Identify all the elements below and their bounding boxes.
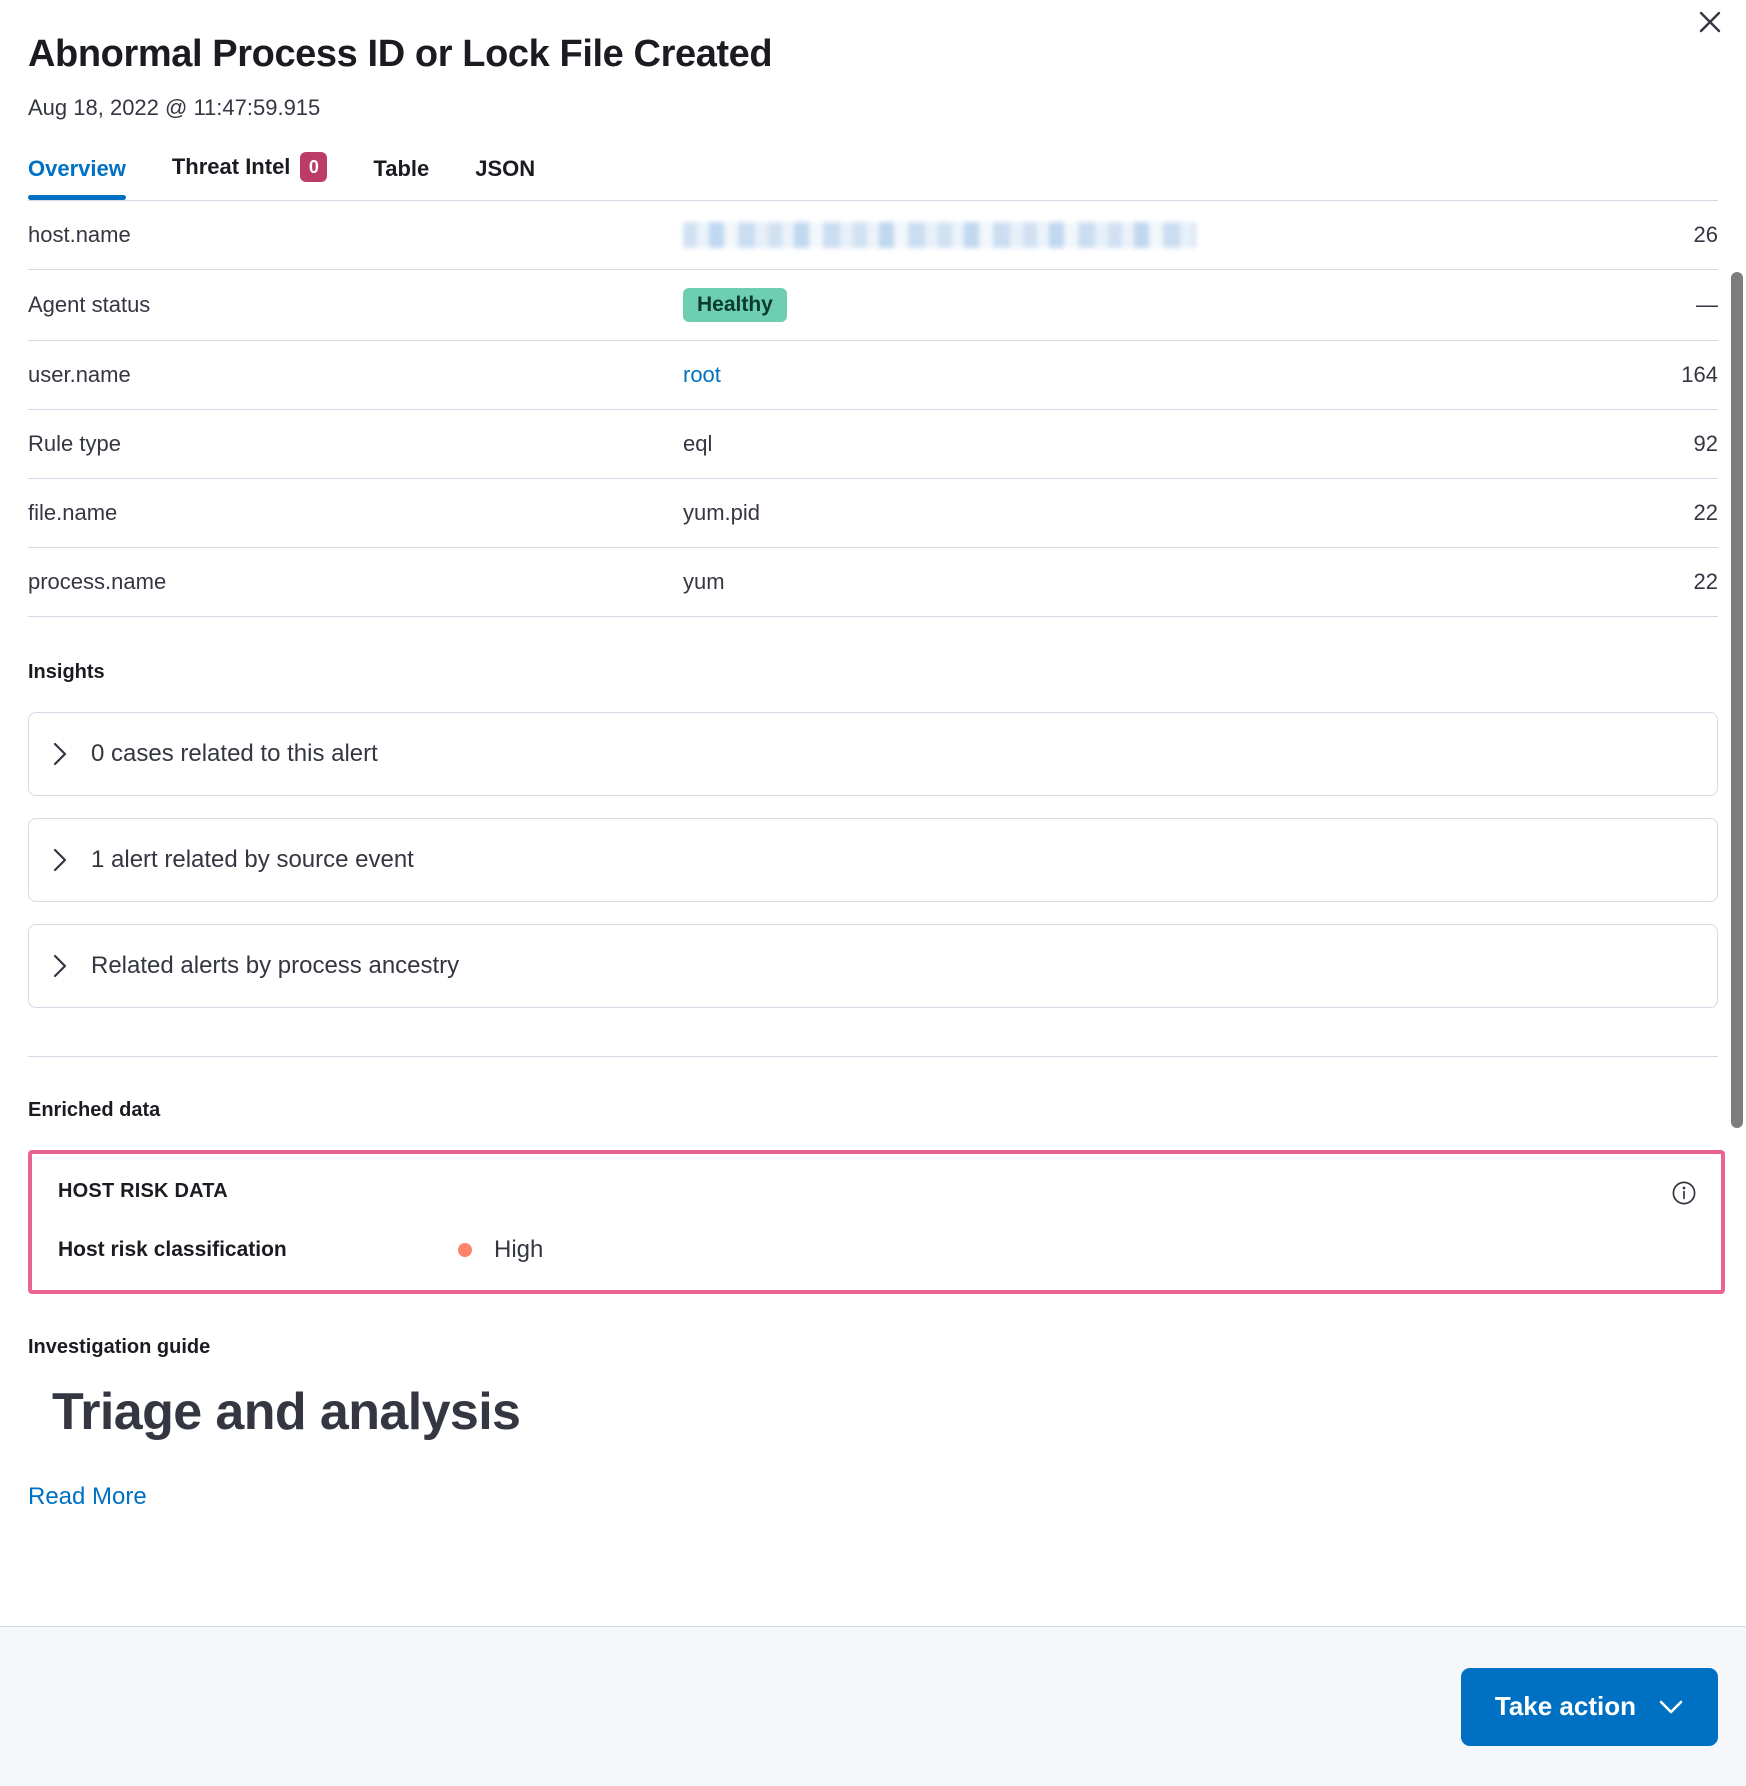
- host-risk-classification-label: Host risk classification: [58, 1238, 458, 1262]
- chevron-right-icon: [51, 739, 69, 769]
- content-bottom-spacer: [28, 1511, 1718, 1551]
- table-row: file.name yum.pid 22: [28, 479, 1718, 548]
- tab-json-label: JSON: [475, 156, 535, 182]
- host-risk-classification-row: Host risk classification High: [58, 1236, 1697, 1264]
- summary-field: Agent status: [28, 270, 683, 341]
- insight-label: 0 cases related to this alert: [91, 740, 378, 768]
- summary-value: [683, 201, 1443, 270]
- summary-field: Rule type: [28, 410, 683, 479]
- insight-label: Related alerts by process ancestry: [91, 952, 459, 980]
- close-button[interactable]: [1688, 0, 1732, 44]
- section-divider: [28, 1056, 1718, 1057]
- tab-overview-label: Overview: [28, 156, 126, 182]
- status-badge: Healthy: [683, 288, 787, 322]
- summary-field: user.name: [28, 341, 683, 410]
- user-name-link[interactable]: root: [683, 362, 721, 387]
- summary-count[interactable]: 26: [1443, 201, 1718, 270]
- risk-severity-dot-icon: [458, 1243, 472, 1257]
- threat-intel-count-badge: 0: [300, 152, 327, 182]
- insight-cases-accordion[interactable]: 0 cases related to this alert: [28, 712, 1718, 796]
- tab-threat-intel-label: Threat Intel: [172, 154, 291, 180]
- info-icon[interactable]: [1671, 1180, 1697, 1206]
- chevron-right-icon: [51, 845, 69, 875]
- tab-threat-intel[interactable]: Threat Intel 0: [172, 152, 328, 200]
- summary-value: root: [683, 341, 1443, 410]
- summary-count[interactable]: 164: [1443, 341, 1718, 410]
- summary-field: file.name: [28, 479, 683, 548]
- summary-value: Healthy: [683, 270, 1443, 341]
- take-action-button[interactable]: Take action: [1461, 1668, 1718, 1746]
- page-title: Abnormal Process ID or Lock File Created: [28, 30, 1718, 78]
- summary-field: host.name: [28, 201, 683, 270]
- summary-field: process.name: [28, 548, 683, 617]
- take-action-label: Take action: [1495, 1691, 1636, 1722]
- chevron-right-icon: [51, 951, 69, 981]
- flyout-content: host.name 26 Agent status Healthy —: [0, 200, 1746, 1551]
- host-risk-data-panel: HOST RISK DATA Host risk classification …: [28, 1150, 1725, 1294]
- insights-list: 0 cases related to this alert 1 alert re…: [28, 712, 1718, 1008]
- tab-json[interactable]: JSON: [475, 156, 535, 200]
- tab-table[interactable]: Table: [373, 156, 429, 200]
- alert-details-flyout: Abnormal Process ID or Lock File Created…: [0, 0, 1746, 1786]
- host-risk-panel-header: HOST RISK DATA: [58, 1180, 1697, 1206]
- summary-count[interactable]: 22: [1443, 548, 1718, 617]
- redacted-hostname: [683, 222, 1196, 248]
- scrollbar-track[interactable]: [1728, 200, 1746, 1626]
- summary-count: —: [1443, 270, 1718, 341]
- host-risk-data-label: HOST RISK DATA: [58, 1180, 228, 1203]
- tab-bar: Overview Threat Intel 0 Table JSON: [0, 152, 1746, 200]
- alert-summary-table: host.name 26 Agent status Healthy —: [28, 200, 1718, 617]
- insight-source-event-accordion[interactable]: 1 alert related by source event: [28, 818, 1718, 902]
- summary-value: eql: [683, 410, 1443, 479]
- read-more-link[interactable]: Read More: [28, 1483, 147, 1511]
- summary-value: yum.pid: [683, 479, 1443, 548]
- enriched-data-title: Enriched data: [28, 1099, 1718, 1122]
- flyout-footer: Take action: [0, 1626, 1746, 1786]
- summary-count[interactable]: 92: [1443, 410, 1718, 479]
- insight-label: 1 alert related by source event: [91, 846, 414, 874]
- alert-timestamp: Aug 18, 2022 @ 11:47:59.915: [28, 92, 1718, 124]
- table-row: host.name 26: [28, 201, 1718, 270]
- table-row: user.name root 164: [28, 341, 1718, 410]
- summary-value: yum: [683, 548, 1443, 617]
- scrollbar-thumb[interactable]: [1731, 272, 1743, 1128]
- table-row: process.name yum 22: [28, 548, 1718, 617]
- close-icon: [1697, 9, 1723, 35]
- flyout-scroll-area: host.name 26 Agent status Healthy —: [0, 200, 1746, 1626]
- table-row: Agent status Healthy —: [28, 270, 1718, 341]
- tab-table-label: Table: [373, 156, 429, 182]
- insight-process-ancestry-accordion[interactable]: Related alerts by process ancestry: [28, 924, 1718, 1008]
- table-row: Rule type eql 92: [28, 410, 1718, 479]
- tab-overview[interactable]: Overview: [28, 156, 126, 200]
- host-risk-classification-value: High: [458, 1236, 543, 1264]
- flyout-header: Abnormal Process ID or Lock File Created…: [0, 0, 1746, 124]
- investigation-guide-heading: Triage and analysis: [52, 1381, 1718, 1443]
- investigation-guide-title: Investigation guide: [28, 1336, 1718, 1359]
- host-risk-level-text: High: [494, 1236, 543, 1264]
- insights-title: Insights: [28, 661, 1718, 684]
- chevron-down-icon: [1658, 1699, 1684, 1715]
- summary-count[interactable]: 22: [1443, 479, 1718, 548]
